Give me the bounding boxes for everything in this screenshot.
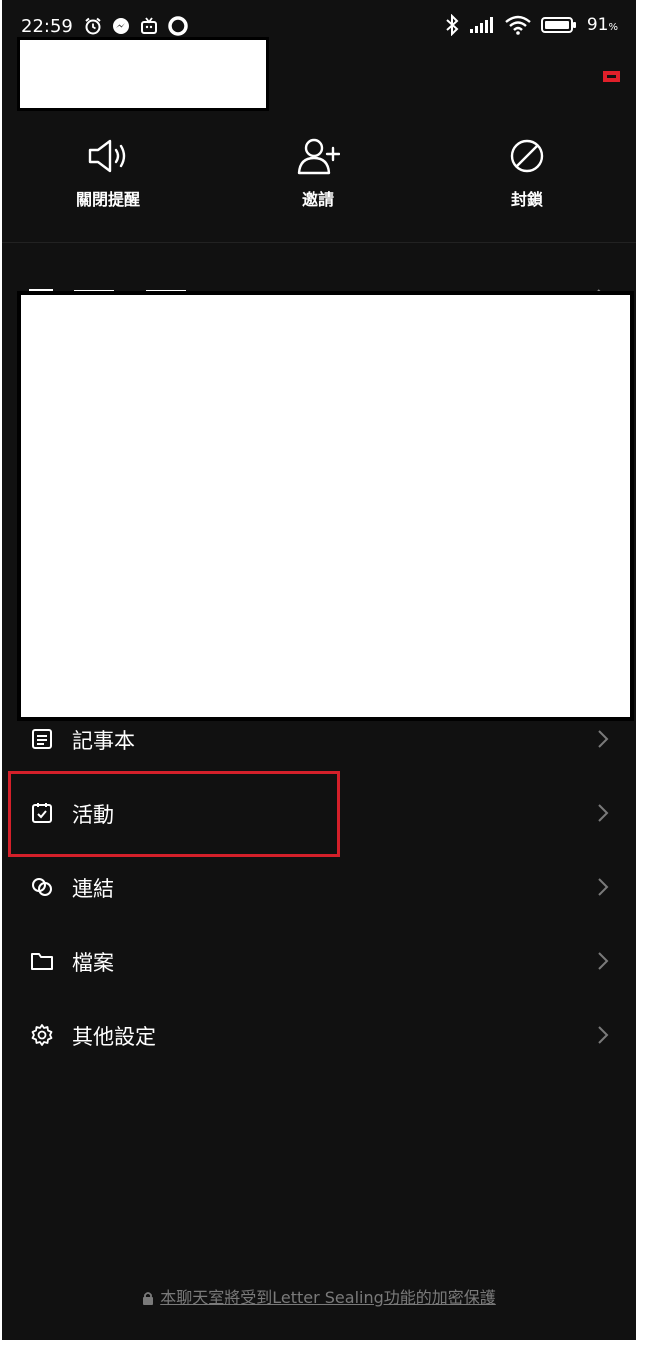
menu-item-links[interactable]: 連結 — [2, 857, 636, 917]
gear-icon — [31, 1024, 53, 1046]
block-label: 封鎖 — [510, 190, 543, 209]
divider — [2, 242, 636, 243]
mute-notifications-label: 關閉提醒 — [75, 190, 140, 209]
chevron-right-icon — [598, 804, 609, 822]
battery-percent: 91% — [586, 15, 618, 35]
action-row: 關閉提醒 邀請 封鎖 — [2, 136, 636, 216]
menu-item-other-settings[interactable]: 其他設定 — [2, 1005, 636, 1065]
circle-app-icon — [168, 16, 188, 36]
note-icon — [32, 729, 52, 749]
chevron-right-icon — [598, 1026, 609, 1044]
invite-button[interactable]: 邀請 — [248, 136, 388, 210]
messenger-icon — [113, 18, 129, 34]
wifi-icon — [505, 15, 531, 35]
menu-item-label: 連結 — [72, 877, 114, 901]
menu-item-label: 檔案 — [72, 951, 114, 975]
highlight-box — [8, 771, 340, 857]
red-flag-icon[interactable] — [603, 71, 620, 82]
bluetooth-icon — [446, 14, 459, 36]
chat-settings-screen: 22:59 91% 關閉提醒 邀請 封鎖 記事本 活動 連結 檔案 其他設定 本… — [2, 0, 636, 1340]
block-icon — [510, 139, 544, 173]
battery-icon — [540, 17, 576, 33]
invite-label: 邀請 — [301, 190, 334, 209]
lock-icon — [143, 1292, 154, 1305]
add-user-icon — [297, 138, 340, 175]
signal-icon — [469, 17, 493, 33]
chevron-right-icon — [598, 878, 609, 896]
chevron-right-icon — [598, 952, 609, 970]
folder-icon — [31, 953, 53, 970]
encryption-notice-text[interactable]: 本聊天室將受到Letter Sealing功能的加密保護 — [160, 1288, 496, 1307]
menu-item-label: 記事本 — [72, 729, 135, 753]
redacted-chat-name — [17, 37, 269, 111]
speaker-icon — [88, 139, 126, 173]
redacted-content-block — [17, 291, 634, 721]
block-button[interactable]: 封鎖 — [457, 136, 597, 210]
chevron-right-icon — [598, 730, 609, 748]
link-icon — [32, 878, 52, 896]
encryption-notice[interactable]: 本聊天室將受到Letter Sealing功能的加密保護 — [2, 1284, 636, 1308]
menu-item-files[interactable]: 檔案 — [2, 931, 636, 991]
tv-app-icon — [141, 17, 157, 34]
mute-notifications-button[interactable]: 關閉提醒 — [38, 136, 178, 210]
menu-item-notes[interactable]: 記事本 — [2, 709, 636, 769]
status-time: 22:59 — [21, 16, 73, 37]
menu-item-label: 其他設定 — [72, 1025, 156, 1049]
alarm-icon — [85, 17, 101, 35]
